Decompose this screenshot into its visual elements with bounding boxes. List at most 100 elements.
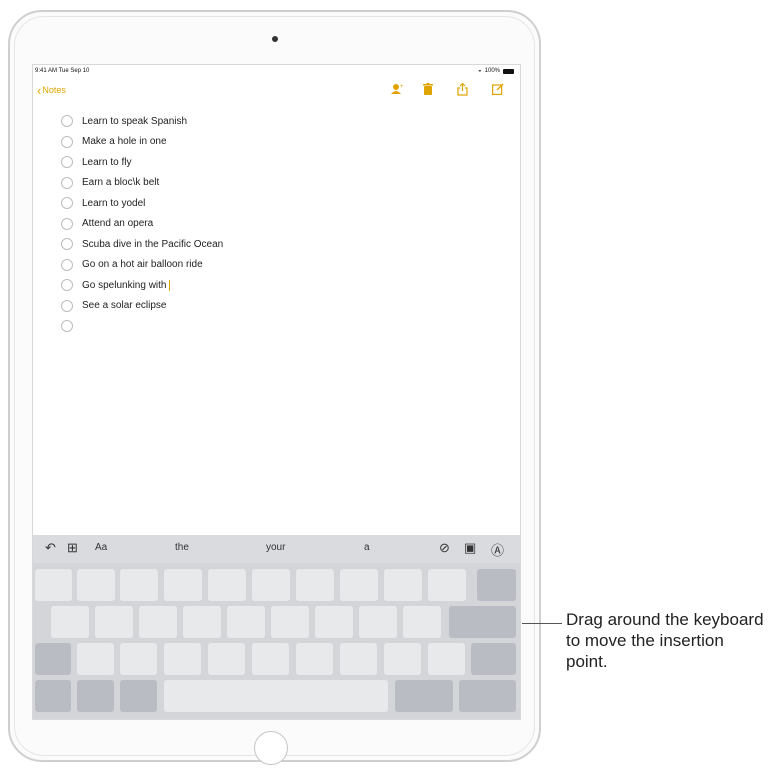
checkbox-circle[interactable] bbox=[61, 299, 73, 312]
key[interactable] bbox=[340, 643, 377, 675]
svg-text:+: + bbox=[400, 84, 404, 90]
suggestion-2[interactable]: your bbox=[266, 542, 285, 553]
key[interactable] bbox=[428, 643, 465, 675]
checkbox-circle[interactable] bbox=[61, 320, 73, 333]
delete-key[interactable] bbox=[477, 569, 516, 601]
list-item[interactable]: Go on a hot air balloon ride bbox=[61, 255, 223, 276]
keyboard-trackpad[interactable] bbox=[33, 563, 520, 719]
key[interactable] bbox=[208, 569, 246, 601]
chevron-left-icon: ‹ bbox=[37, 82, 42, 98]
key[interactable] bbox=[340, 569, 378, 601]
hide-keyboard-key[interactable] bbox=[459, 680, 516, 712]
globe-key[interactable] bbox=[77, 680, 114, 712]
key[interactable] bbox=[384, 643, 421, 675]
key[interactable] bbox=[296, 643, 333, 675]
trash-icon[interactable] bbox=[423, 83, 433, 98]
battery-icon bbox=[503, 68, 514, 74]
return-key[interactable] bbox=[449, 606, 516, 638]
list-item[interactable]: Make a hole in one bbox=[61, 132, 223, 153]
key[interactable] bbox=[296, 569, 334, 601]
checkbox-circle[interactable] bbox=[61, 197, 73, 210]
battery-percent: 100% bbox=[484, 68, 500, 74]
key[interactable] bbox=[384, 569, 422, 601]
key[interactable] bbox=[252, 569, 290, 601]
key[interactable] bbox=[315, 606, 353, 638]
list-item[interactable]: Go spelunking with bbox=[61, 275, 223, 296]
back-label: Notes bbox=[42, 85, 66, 95]
key[interactable] bbox=[208, 643, 245, 675]
space-key[interactable] bbox=[164, 680, 388, 712]
key[interactable] bbox=[164, 569, 202, 601]
list-item[interactable]: Learn to speak Spanish bbox=[61, 111, 223, 132]
key[interactable] bbox=[77, 569, 115, 601]
format-button[interactable]: Aa bbox=[95, 542, 107, 553]
compose-icon[interactable] bbox=[492, 83, 504, 98]
list-item[interactable]: See a solar eclipse bbox=[61, 296, 223, 317]
home-button[interactable] bbox=[254, 731, 288, 765]
key[interactable] bbox=[35, 569, 72, 601]
checkbox-circle[interactable] bbox=[61, 279, 73, 292]
item-text: Learn to yodel bbox=[82, 197, 146, 209]
status-right: ◒ 100% bbox=[478, 68, 514, 74]
item-text: Learn to fly bbox=[82, 156, 132, 168]
checkbox-circle[interactable] bbox=[61, 258, 73, 271]
checkbox-circle[interactable] bbox=[61, 156, 73, 169]
undo-icon[interactable]: ↶ bbox=[45, 540, 56, 556]
checkbox-circle[interactable] bbox=[61, 217, 73, 230]
list-item[interactable]: Learn to fly bbox=[61, 152, 223, 173]
checklist-icon[interactable]: ⊘ bbox=[439, 540, 450, 556]
numbers-key[interactable] bbox=[395, 680, 453, 712]
shift-key[interactable] bbox=[471, 643, 516, 675]
suggestion-1[interactable]: the bbox=[175, 542, 189, 553]
key[interactable] bbox=[95, 606, 133, 638]
list-item[interactable]: Scuba dive in the Pacific Ocean bbox=[61, 234, 223, 255]
shift-key[interactable] bbox=[35, 643, 71, 675]
status-bar: 9:41 AM Tue Sep 10 ◒ 100% bbox=[33, 65, 520, 77]
table-icon[interactable]: ⊞ bbox=[67, 540, 78, 556]
add-people-icon[interactable]: + bbox=[390, 83, 404, 98]
list-item[interactable]: Earn a bloc\k belt bbox=[61, 173, 223, 194]
suggestion-3[interactable]: a bbox=[364, 542, 370, 553]
key[interactable] bbox=[77, 643, 114, 675]
key[interactable] bbox=[403, 606, 441, 638]
checkbox-circle[interactable] bbox=[61, 238, 73, 251]
key[interactable] bbox=[227, 606, 265, 638]
nav-bar: ‹ Notes + bbox=[33, 82, 520, 103]
key[interactable] bbox=[120, 643, 157, 675]
wifi-icon: ◒ bbox=[478, 68, 482, 74]
key[interactable] bbox=[51, 606, 89, 638]
key[interactable] bbox=[120, 569, 158, 601]
callout-text: Drag around the keyboard to move the ins… bbox=[566, 610, 764, 671]
notes-screen: 9:41 AM Tue Sep 10 ◒ 100% ‹ Notes + Lear… bbox=[32, 64, 521, 720]
back-button[interactable]: ‹ Notes bbox=[37, 82, 66, 98]
key[interactable] bbox=[164, 643, 201, 675]
item-text: Learn to speak Spanish bbox=[82, 115, 188, 127]
share-icon[interactable] bbox=[457, 82, 468, 99]
key[interactable] bbox=[359, 606, 397, 638]
key[interactable] bbox=[271, 606, 309, 638]
markup-icon[interactable]: Ⓐ bbox=[491, 540, 504, 559]
dictation-key[interactable] bbox=[120, 680, 157, 712]
shortcut-bar: ↶ ⊞ Aa the your a ⊘ ▣ Ⓐ bbox=[33, 535, 520, 563]
list-item[interactable] bbox=[61, 316, 223, 337]
list-item[interactable]: Attend an opera bbox=[61, 214, 223, 235]
item-text: Earn a bloc\k belt bbox=[82, 177, 160, 189]
item-text: Go on a hot air balloon ride bbox=[82, 259, 203, 271]
key[interactable] bbox=[183, 606, 221, 638]
front-camera bbox=[272, 36, 278, 42]
checkbox-circle[interactable] bbox=[61, 115, 73, 128]
key[interactable] bbox=[252, 643, 289, 675]
key[interactable] bbox=[139, 606, 177, 638]
item-text: Attend an opera bbox=[82, 218, 154, 230]
checkbox-circle[interactable] bbox=[61, 135, 73, 148]
key[interactable] bbox=[428, 569, 466, 601]
checkbox-circle[interactable] bbox=[61, 176, 73, 189]
checklist: Learn to speak Spanish Make a hole in on… bbox=[61, 111, 223, 337]
callout-leader-line bbox=[522, 623, 562, 624]
insertion-cursor bbox=[168, 279, 170, 291]
list-item[interactable]: Learn to yodel bbox=[61, 193, 223, 214]
status-time-date: 9:41 AM Tue Sep 10 bbox=[35, 68, 90, 74]
item-text: See a solar eclipse bbox=[82, 300, 167, 312]
camera-icon[interactable]: ▣ bbox=[464, 540, 476, 556]
numbers-key[interactable] bbox=[35, 680, 71, 712]
